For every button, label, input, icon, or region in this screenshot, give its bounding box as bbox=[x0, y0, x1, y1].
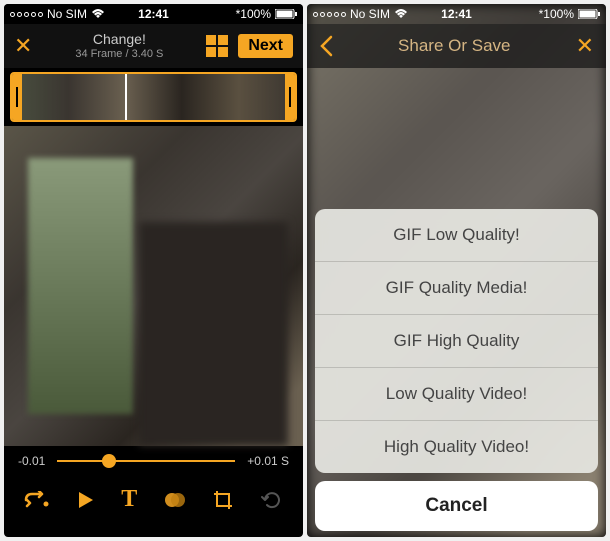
speed-max-label: +0.01 S bbox=[247, 454, 289, 468]
action-sheet: GIF Low Quality! GIF Quality Media! GIF … bbox=[315, 209, 598, 531]
speed-min-label: -0.01 bbox=[18, 454, 45, 468]
trim-handle-left[interactable] bbox=[12, 74, 22, 120]
battery-icon bbox=[578, 9, 600, 19]
grid-icon[interactable] bbox=[206, 35, 228, 57]
loop-icon[interactable] bbox=[24, 491, 50, 509]
nav-subtitle: 34 Frame / 3.40 S bbox=[42, 48, 196, 61]
signal-icon bbox=[10, 12, 43, 17]
clock: 12:41 bbox=[138, 7, 169, 21]
trim-handle-right[interactable] bbox=[285, 74, 295, 120]
nav-title: Change! bbox=[42, 31, 196, 48]
editor-navbar: ✕ Change! 34 Frame / 3.40 S Next bbox=[4, 24, 303, 68]
option-gif-medium[interactable]: GIF Quality Media! bbox=[315, 262, 598, 315]
share-navbar: Share Or Save ✕ bbox=[307, 24, 606, 68]
battery-icon bbox=[275, 9, 297, 19]
option-video-high[interactable]: High Quality Video! bbox=[315, 421, 598, 473]
signal-icon bbox=[313, 12, 346, 17]
close-button[interactable]: ✕ bbox=[14, 33, 32, 59]
option-gif-low[interactable]: GIF Low Quality! bbox=[315, 209, 598, 262]
text-tool-icon[interactable]: T bbox=[121, 486, 137, 513]
wifi-icon bbox=[394, 9, 408, 19]
clock: 12:41 bbox=[441, 7, 472, 21]
carrier-label: No SIM bbox=[47, 7, 87, 21]
timeline-trimmer[interactable] bbox=[10, 72, 297, 122]
status-bar: No SIM 12:41 *100% bbox=[4, 4, 303, 24]
battery-pct: *100% bbox=[236, 7, 271, 21]
slider-thumb[interactable] bbox=[102, 454, 116, 468]
next-button[interactable]: Next bbox=[238, 34, 293, 58]
option-gif-high[interactable]: GIF High Quality bbox=[315, 315, 598, 368]
back-button[interactable] bbox=[319, 35, 333, 57]
play-icon[interactable] bbox=[77, 490, 95, 510]
wifi-icon bbox=[91, 9, 105, 19]
timeline-frames[interactable] bbox=[22, 74, 285, 120]
status-bar: No SIM 12:41 *100% bbox=[307, 4, 606, 24]
close-button[interactable]: ✕ bbox=[576, 33, 594, 59]
playhead-marker[interactable] bbox=[125, 72, 127, 122]
title-group: Change! 34 Frame / 3.40 S bbox=[42, 31, 196, 61]
editor-toolbar: T bbox=[4, 476, 303, 523]
cancel-button[interactable]: Cancel bbox=[315, 481, 598, 531]
video-preview[interactable] bbox=[4, 126, 303, 446]
carrier-label: No SIM bbox=[350, 7, 390, 21]
share-screen: No SIM 12:41 *100% Share Or Save ✕ GIF L… bbox=[307, 4, 606, 537]
sheet-options: GIF Low Quality! GIF Quality Media! GIF … bbox=[315, 209, 598, 473]
share-title: Share Or Save bbox=[333, 36, 576, 56]
option-video-low[interactable]: Low Quality Video! bbox=[315, 368, 598, 421]
editor-screen: No SIM 12:41 *100% ✕ Change! 34 Frame / … bbox=[4, 4, 303, 537]
speed-control: -0.01 +0.01 S bbox=[4, 446, 303, 476]
battery-pct: *100% bbox=[539, 7, 574, 21]
undo-icon[interactable] bbox=[261, 489, 283, 511]
filter-icon[interactable] bbox=[164, 489, 186, 511]
crop-icon[interactable] bbox=[212, 489, 234, 511]
speed-slider[interactable] bbox=[57, 460, 235, 462]
